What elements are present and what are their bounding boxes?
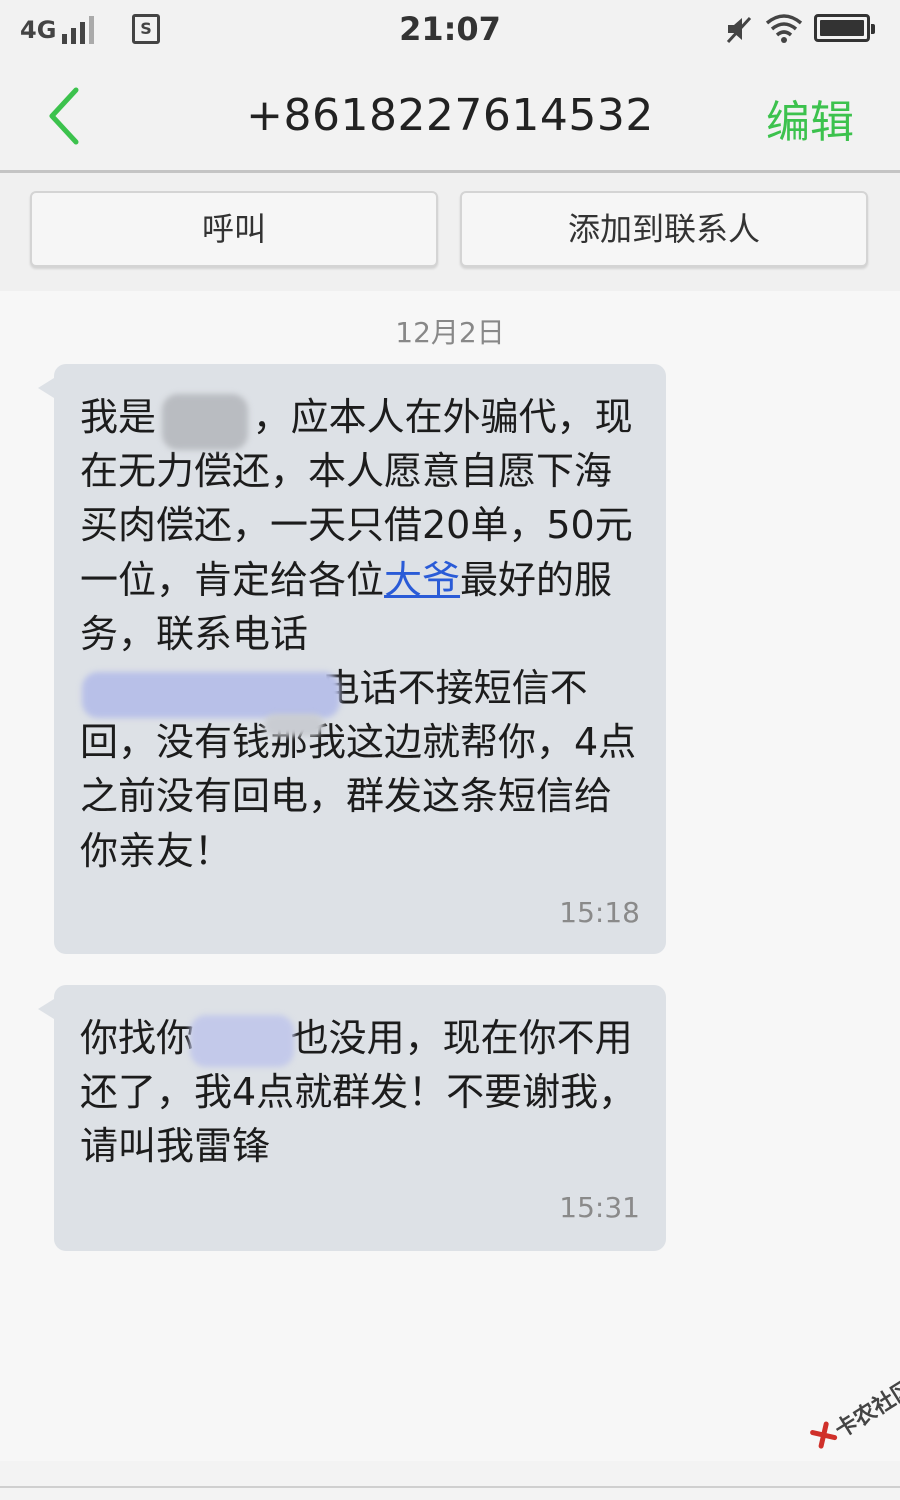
battery-icon [814, 14, 875, 42]
redacted-name [162, 394, 248, 450]
redacted-name [190, 1015, 294, 1067]
wifi-icon [765, 14, 803, 43]
redacted-smudge [264, 714, 324, 736]
message-text: 你找你 也没用，现在你不用还了，我4点就群发！不要谢我，请叫我雷锋 [80, 1016, 637, 1169]
status-bar: 4G S 21:07 [0, 0, 900, 62]
message-text: 我是 ，应本人在外骗代，现在无力偿还，本人愿意自愿下海买肉偿还，一天只借20单，… [80, 390, 640, 878]
call-button[interactable]: 呼叫 [30, 191, 438, 267]
add-to-contacts-button[interactable]: 添加到联系人 [460, 191, 868, 267]
contact-number-title: +8618227614532 [246, 90, 654, 141]
link-text[interactable]: 大爷 [384, 558, 460, 602]
message-timestamp: 15:31 [559, 1191, 640, 1224]
conversation-header: +8618227614532 编辑 [0, 62, 900, 170]
redacted-phone-number [82, 672, 340, 718]
message-bubble[interactable]: 我是 ，应本人在外骗代，现在无力偿还，本人愿意自愿下海买肉偿还，一天只借20单，… [38, 364, 666, 954]
message-bubble[interactable]: 你找你 也没用，现在你不用还了，我4点就群发！不要谢我，请叫我雷锋 15:31 [38, 985, 666, 1251]
message-thread[interactable]: 12月2日 我是 ，应本人在外骗代，现在无力偿还，本人愿意自愿下海买肉偿还，一天… [0, 291, 900, 1461]
date-separator: 12月2日 [395, 316, 505, 349]
message-timestamp: 15:18 [559, 896, 640, 929]
edit-button[interactable]: 编辑 [766, 86, 854, 150]
mute-icon [726, 16, 752, 44]
bottom-divider [0, 1486, 900, 1488]
contact-actions: 呼叫 添加到联系人 [0, 173, 900, 291]
